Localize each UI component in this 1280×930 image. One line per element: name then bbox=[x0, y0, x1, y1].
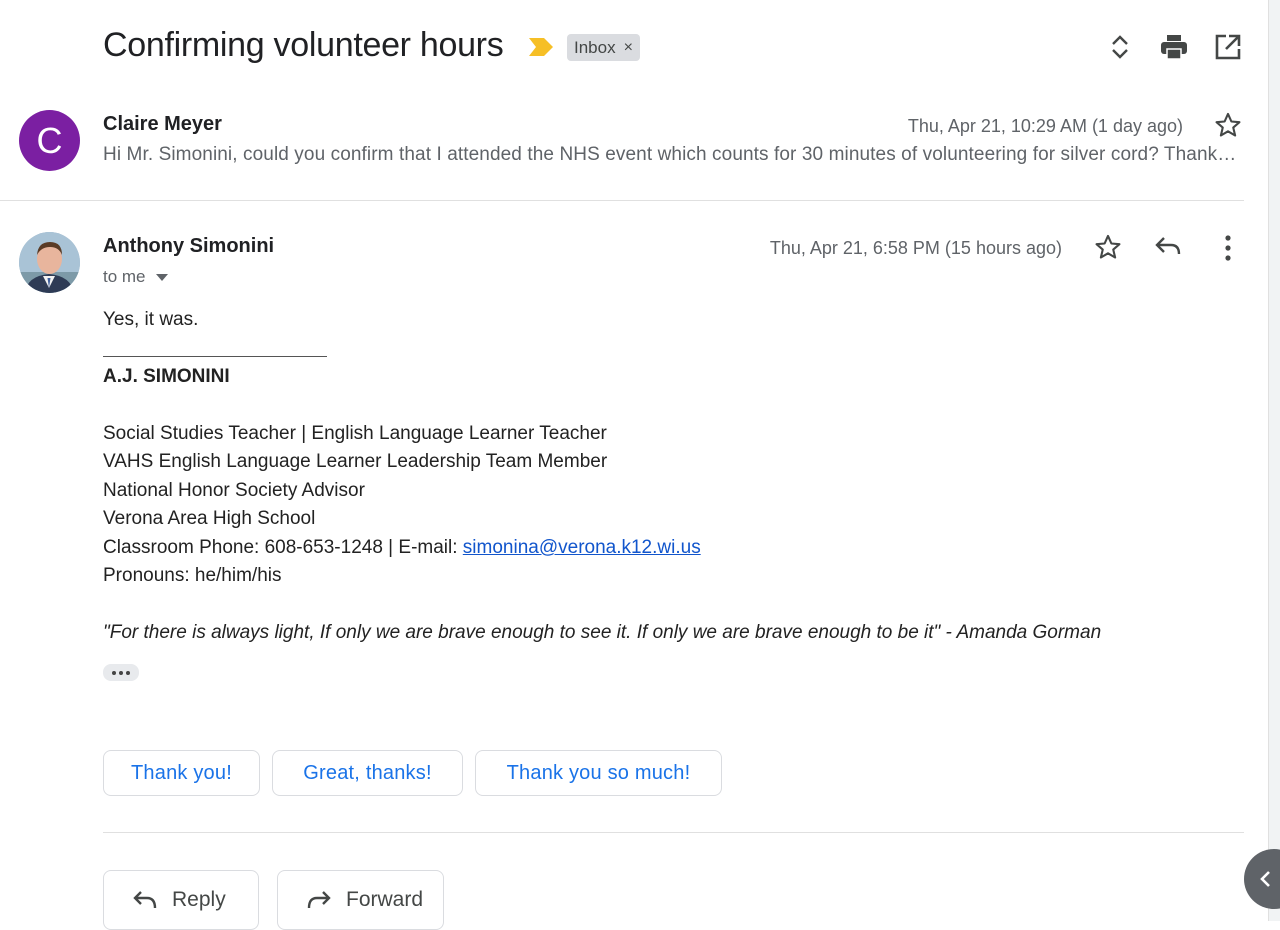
recipient-text: to me bbox=[103, 267, 146, 286]
more-vert-icon[interactable] bbox=[1216, 233, 1240, 263]
smart-reply-button[interactable]: Thank you so much! bbox=[475, 750, 722, 796]
chevron-down-icon bbox=[155, 273, 168, 281]
forward-icon bbox=[307, 891, 331, 909]
sender-name[interactable]: Claire Meyer bbox=[103, 113, 222, 136]
forward-button[interactable]: Forward bbox=[277, 870, 444, 930]
signature-line: VAHS English Language Learner Leadership… bbox=[103, 451, 608, 472]
signature-separator bbox=[103, 356, 327, 357]
reply-icon[interactable] bbox=[1154, 234, 1184, 262]
message-date: Thu, Apr 21, 6:58 PM (15 hours ago) bbox=[769, 238, 1062, 258]
signature-line: Social Studies Teacher | English Languag… bbox=[103, 423, 607, 444]
signature-line: Verona Area High School bbox=[103, 508, 316, 529]
avatar-claire[interactable]: C bbox=[19, 110, 80, 171]
remove-label-button[interactable]: × bbox=[624, 39, 633, 57]
star-icon[interactable] bbox=[1094, 233, 1122, 261]
message-snippet[interactable]: Hi Mr. Simonini, could you confirm that … bbox=[103, 144, 1239, 166]
smart-reply-button[interactable]: Thank you! bbox=[103, 750, 260, 796]
forward-label: Forward bbox=[346, 888, 424, 911]
signature-line: National Honor Society Advisor bbox=[103, 480, 365, 501]
open-in-new-window-icon[interactable] bbox=[1212, 31, 1244, 63]
chevron-left-icon bbox=[1260, 871, 1270, 887]
reply-icon bbox=[133, 891, 157, 909]
avatar-anthony[interactable] bbox=[19, 232, 80, 293]
print-icon[interactable] bbox=[1158, 31, 1190, 63]
smart-reply-button[interactable]: Great, thanks! bbox=[272, 750, 463, 796]
label-chip-text: Inbox bbox=[574, 37, 616, 57]
message-body: Yes, it was. bbox=[103, 309, 199, 330]
sender-name[interactable]: Anthony Simonini bbox=[103, 235, 274, 258]
scrollbar[interactable] bbox=[1268, 0, 1280, 921]
signature-contact: Classroom Phone: 608-653-1248 | E-mail: … bbox=[103, 537, 701, 559]
label-chip-inbox: Inbox × bbox=[567, 34, 640, 61]
signature-quote: "For there is always light, If only we a… bbox=[103, 622, 1102, 643]
importance-marker-icon[interactable] bbox=[528, 37, 554, 57]
thread-subject: Confirming volunteer hours bbox=[103, 26, 504, 64]
signature-name: A.J. SIMONINI bbox=[103, 366, 230, 387]
expand-collapse-icon[interactable] bbox=[1104, 31, 1136, 63]
side-panel-toggle-button[interactable] bbox=[1244, 849, 1280, 909]
email-link[interactable]: simonina@verona.k12.wi.us bbox=[463, 537, 701, 558]
reply-button[interactable]: Reply bbox=[103, 870, 259, 930]
message-divider bbox=[0, 200, 1244, 201]
message-date: Thu, Apr 21, 10:29 AM (1 day ago) bbox=[907, 116, 1183, 136]
recipient-details-toggle[interactable]: to me bbox=[103, 267, 168, 287]
show-trimmed-content-button[interactable] bbox=[103, 664, 139, 681]
signature-phone: Classroom Phone: 608-653-1248 | E-mail: bbox=[103, 537, 463, 558]
reply-label: Reply bbox=[172, 888, 226, 911]
star-icon[interactable] bbox=[1214, 111, 1242, 139]
signature-pronouns: Pronouns: he/him/his bbox=[103, 565, 282, 586]
actions-divider bbox=[103, 832, 1244, 833]
